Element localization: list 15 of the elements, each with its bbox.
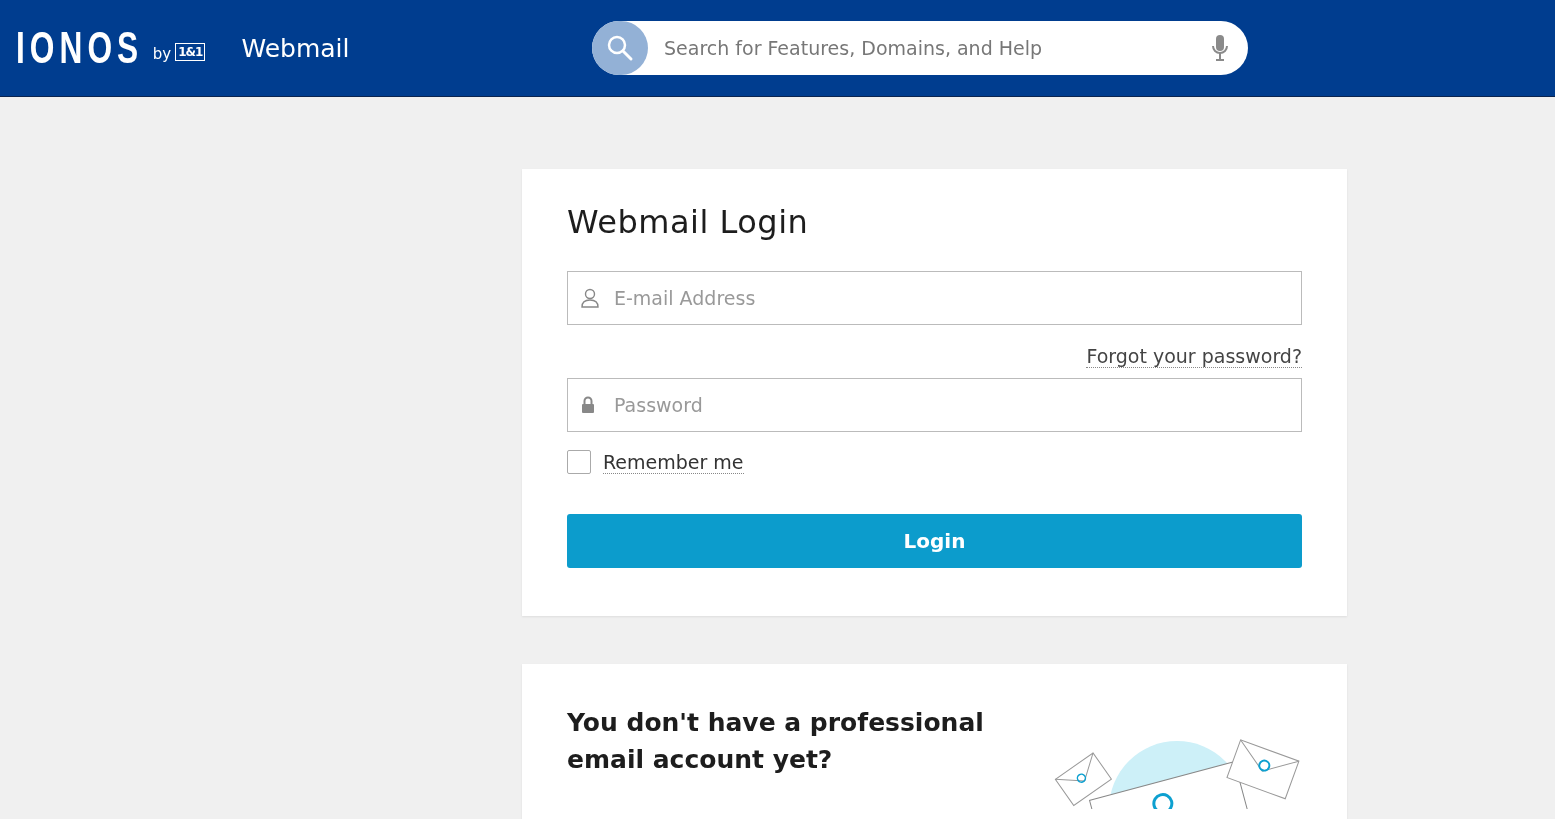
lock-icon [581,396,595,414]
search-icon[interactable] [592,21,648,75]
remember-me-label[interactable]: Remember me [603,450,744,474]
logo-by-text: by [152,45,172,63]
logo-text[interactable]: IONOS [16,23,144,73]
logo-badge: 1&1 [175,43,206,61]
email-field[interactable]: E-mail Address [567,271,1302,325]
promo-title: You don't have a professional email account yet? [567,707,985,776]
forgot-password-link[interactable]: Forgot your password? [1086,345,1302,368]
password-field[interactable]: Password [567,378,1302,432]
user-icon [581,288,599,308]
login-title: Webmail Login [567,203,810,241]
remember-checkbox[interactable] [567,450,591,474]
product-title: Webmail [241,33,350,63]
microphone-icon[interactable] [1212,34,1228,62]
